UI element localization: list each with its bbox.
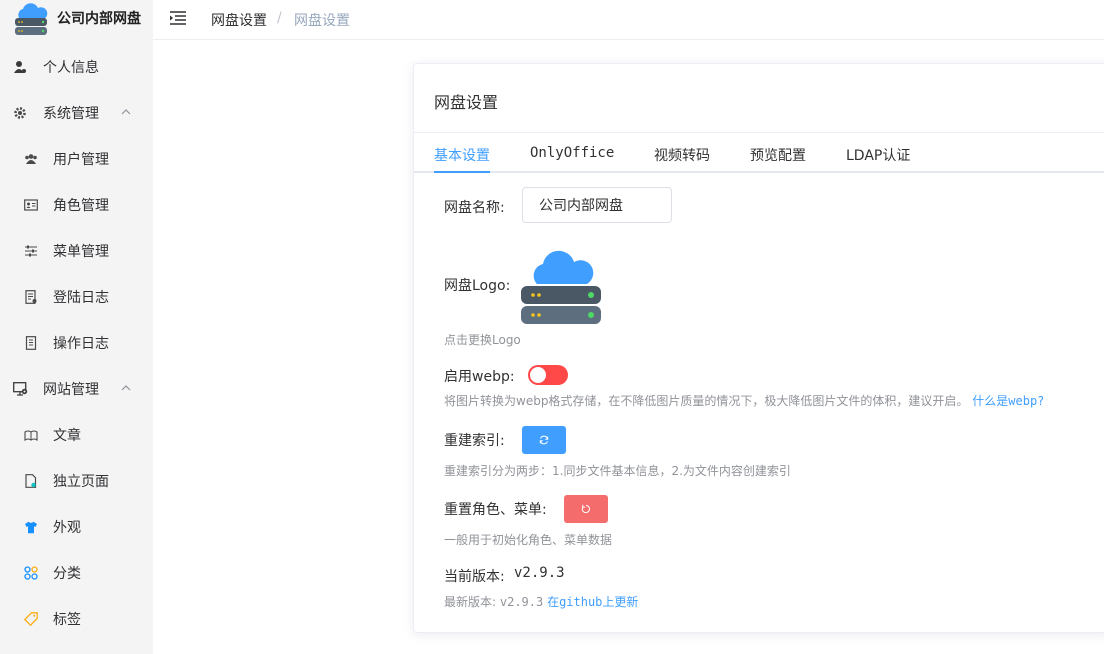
rebuild-index-label: 重建索引: [444, 433, 505, 449]
switch-knob [530, 367, 546, 383]
webp-help-link[interactable]: 什么是webp? [972, 394, 1044, 408]
current-version-label: 当前版本: [444, 569, 505, 585]
sidebar-item-label: 文章 [53, 428, 81, 444]
sidebar-item-label: 系统管理 [43, 106, 99, 122]
log-icon [23, 335, 39, 351]
article-icon [23, 427, 39, 443]
settings-card: 网盘设置 基本设置 OnlyOffice 视频转码 预览配置 LDAP认证 网盘… [413, 63, 1104, 633]
sidebar-item-tags[interactable]: 标签 [0, 596, 153, 642]
webp-hint-text: 将图片转换为webp格式存储，在不降低图片质量的情况下，极大降低图片文件的体积，… [444, 394, 969, 408]
brand[interactable]: 公司内部网盘 [0, 0, 153, 36]
webp-switch[interactable] [528, 365, 568, 385]
breadcrumb-item-current: 网盘设置 [294, 13, 350, 29]
sidebar-item-label: 用户管理 [53, 152, 109, 168]
sidebar-item-website[interactable]: 网站管理 [0, 366, 153, 412]
sidebar-item-label: 外观 [53, 520, 81, 536]
gear-icon [12, 105, 28, 121]
tab-basic[interactable]: 基本设置 [434, 145, 490, 165]
rebuild-index-button[interactable] [522, 426, 566, 454]
breadcrumb-separator: / [277, 10, 282, 26]
id-card-icon [23, 197, 39, 213]
page-icon [23, 473, 39, 489]
shirt-icon [23, 519, 39, 535]
sidebar-item-label: 标签 [53, 612, 81, 628]
sidebar-item-label: 个人信息 [43, 60, 99, 76]
refresh-icon [539, 435, 549, 445]
tab-active-indicator [434, 171, 490, 173]
sidebar-item-appearance[interactable]: 外观 [0, 504, 153, 550]
chevron-up-icon [121, 109, 131, 115]
app-title: 公司内部网盘 [57, 11, 141, 27]
sliders-icon [23, 243, 39, 259]
latest-version-hint: 最新版本: v2.9.3 在github上更新 [444, 593, 638, 610]
sidebar: 公司内部网盘 个人信息 系统管理 用户管理 角色管理 菜单管理 登陆日志 操作日… [0, 0, 153, 654]
monitor-gear-icon [12, 381, 28, 397]
reset-label: 重置角色、菜单: [444, 502, 547, 518]
chevron-up-icon [121, 385, 131, 391]
sidebar-item-label: 角色管理 [53, 198, 109, 214]
reset-icon [581, 504, 590, 514]
settings-tabs: 基本设置 OnlyOffice 视频转码 预览配置 LDAP认证 [414, 133, 1104, 173]
webp-label: 启用webp: [444, 369, 515, 385]
disk-name-label: 网盘名称: [444, 200, 505, 216]
category-icon [23, 565, 39, 581]
rebuild-index-hint: 重建索引分为两步：1.同步文件基本信息，2.为文件内容创建索引 [444, 464, 791, 478]
card-title: 网盘设置 [434, 93, 499, 112]
header: 网盘设置 / 网盘设置 [153, 0, 1104, 40]
sidebar-item-label: 登陆日志 [53, 290, 109, 306]
cloud-server-logo-icon[interactable] [519, 242, 601, 326]
github-update-link[interactable]: 在github上更新 [547, 595, 638, 609]
menu-fold-icon[interactable] [169, 10, 187, 26]
webp-hint: 将图片转换为webp格式存储，在不降低图片质量的情况下，极大降低图片文件的体积，… [444, 392, 1044, 409]
sidebar-item-label: 独立页面 [53, 474, 109, 490]
tab-preview[interactable]: 预览配置 [750, 145, 806, 165]
sidebar-item-menus[interactable]: 菜单管理 [0, 228, 153, 274]
tag-icon [23, 611, 39, 627]
user-icon [12, 59, 28, 75]
tab-onlyoffice[interactable]: OnlyOffice [530, 145, 614, 161]
sidebar-item-label: 菜单管理 [53, 244, 109, 260]
sidebar-item-categories[interactable]: 分类 [0, 550, 153, 596]
sidebar-item-profile[interactable]: 个人信息 [0, 44, 153, 90]
sidebar-item-label: 网站管理 [43, 382, 99, 398]
breadcrumb-item[interactable]: 网盘设置 [211, 10, 267, 30]
sidebar-item-roles[interactable]: 角色管理 [0, 182, 153, 228]
latest-version-value: v2.9.3 [499, 595, 544, 609]
log-icon [23, 289, 39, 305]
sidebar-item-articles[interactable]: 文章 [0, 412, 153, 458]
sidebar-item-operation-log[interactable]: 操作日志 [0, 320, 153, 366]
reset-role-menu-button[interactable] [564, 495, 608, 523]
users-icon [23, 151, 39, 167]
disk-name-input[interactable] [522, 187, 672, 223]
tab-ldap[interactable]: LDAP认证 [846, 145, 910, 165]
sidebar-item-pages[interactable]: 独立页面 [0, 458, 153, 504]
sidebar-item-label: 分类 [53, 566, 81, 582]
disk-logo-label: 网盘Logo: [444, 278, 511, 294]
sidebar-item-label: 操作日志 [53, 336, 109, 352]
cloud-server-logo-icon [15, 3, 48, 35]
logo-hint: 点击更换Logo [444, 333, 521, 347]
reset-hint: 一般用于初始化角色、菜单数据 [444, 533, 613, 547]
latest-version-label: 最新版本: [444, 595, 497, 609]
sidebar-item-system[interactable]: 系统管理 [0, 90, 153, 136]
current-version-value: v2.9.3 [514, 565, 565, 581]
sidebar-item-login-log[interactable]: 登陆日志 [0, 274, 153, 320]
tab-video-transcode[interactable]: 视频转码 [654, 145, 710, 165]
sidebar-item-users[interactable]: 用户管理 [0, 136, 153, 182]
